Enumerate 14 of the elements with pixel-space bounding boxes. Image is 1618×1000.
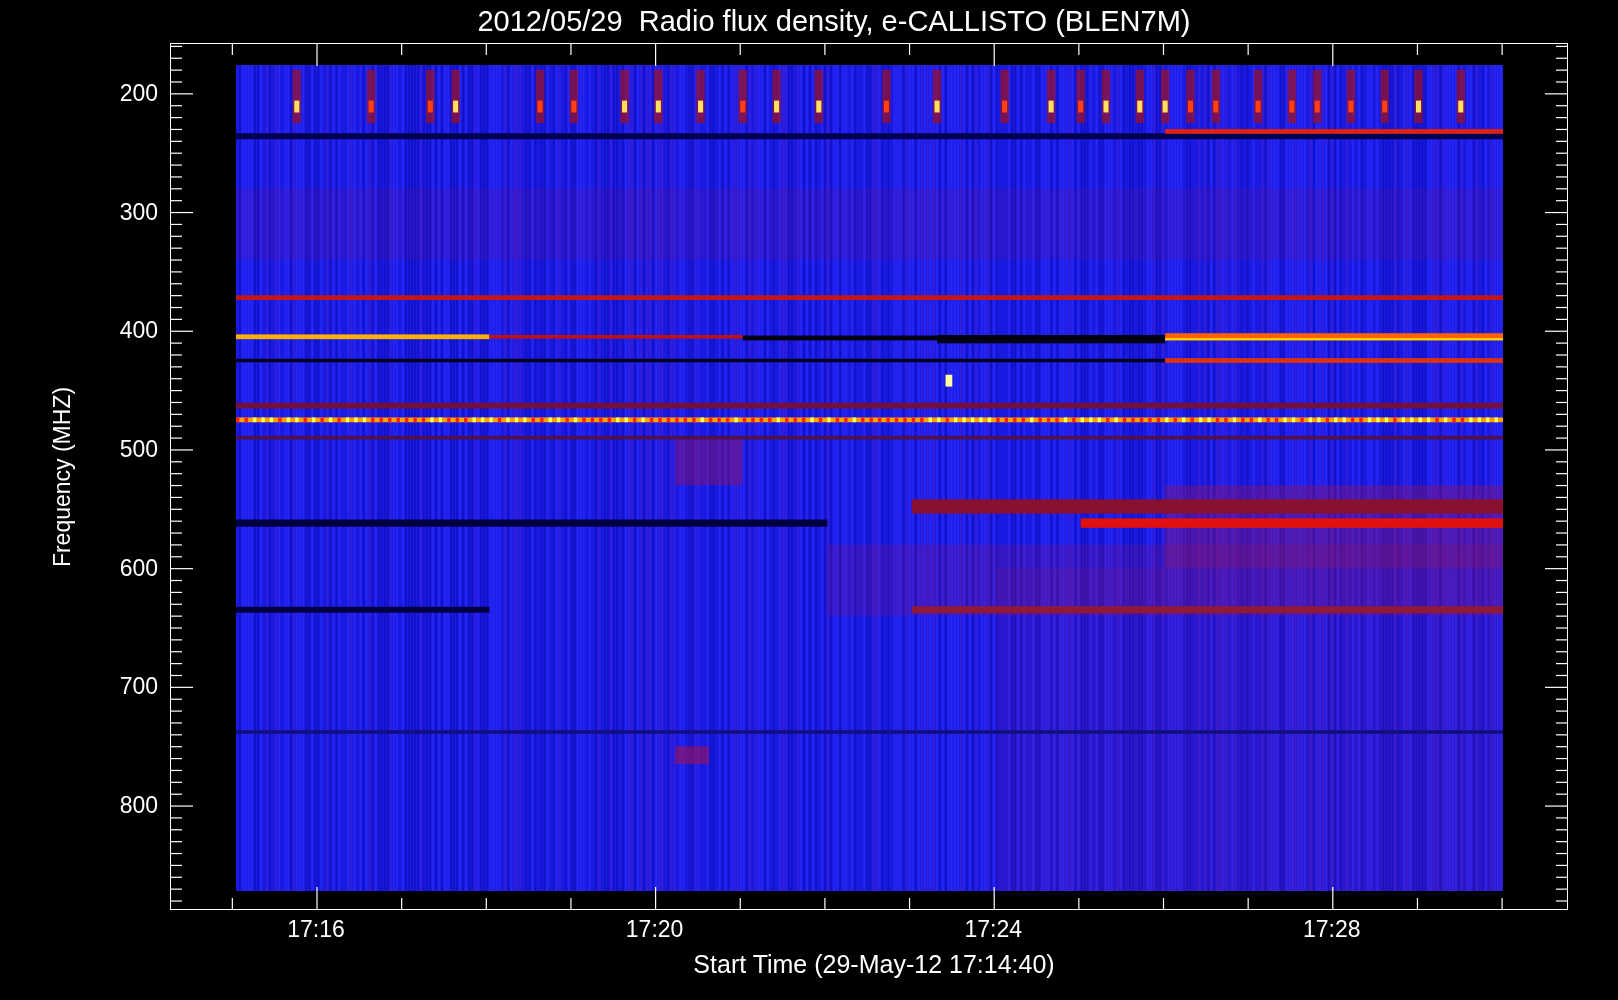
x-tick-label: 17:20 xyxy=(625,916,684,943)
y-tick-label: 600 xyxy=(119,554,158,582)
x-axis-title: Start Time (29-May-12 17:14:40) xyxy=(693,950,1055,980)
x-tick-label: 17:16 xyxy=(287,916,345,943)
y-tick-label: 500 xyxy=(119,435,158,463)
x-tick-label: 17:28 xyxy=(1303,916,1361,943)
y-tick-label: 800 xyxy=(119,791,158,819)
y-tick-label: 200 xyxy=(119,79,158,107)
y-tick-label: 400 xyxy=(119,316,158,344)
chart-title: 2012/05/29 Radio flux density, e-CALLISTO (BLEN7M) xyxy=(477,5,1191,38)
y-axis-title: Frequency (MHZ) xyxy=(48,386,76,567)
y-tick-label: 300 xyxy=(119,198,158,226)
x-tick-label: 17:24 xyxy=(964,916,1022,943)
y-tick-label: 700 xyxy=(119,672,158,700)
